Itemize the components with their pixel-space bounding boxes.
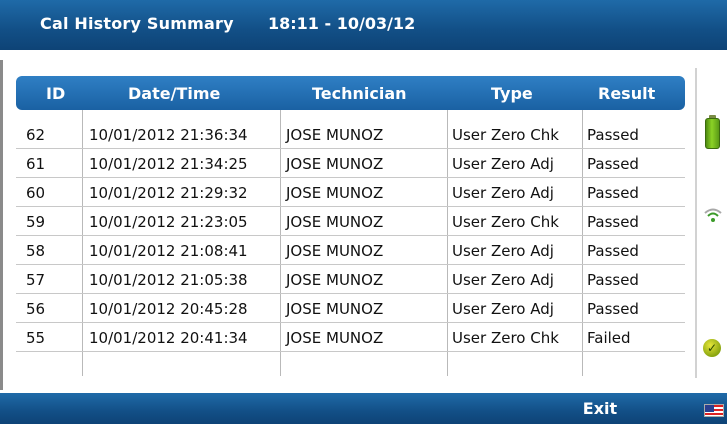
table-row[interactable]: 62 10/01/2012 21:36:34 JOSE MUNOZ User Z… (16, 120, 685, 149)
cell-id: 55 (26, 329, 46, 347)
cell-datetime: 10/01/2012 21:08:41 (89, 242, 248, 260)
cal-history-table: ID Date/Time Technician Type Result 62 1… (16, 66, 688, 376)
cell-result: Failed (587, 329, 631, 347)
sidebar-divider (695, 68, 697, 378)
cell-result: Passed (587, 155, 639, 173)
cell-id: 59 (26, 213, 46, 231)
cell-type: User Zero Adj (452, 242, 554, 260)
cell-id: 56 (26, 300, 46, 318)
cell-technician: JOSE MUNOZ (286, 184, 384, 202)
cell-technician: JOSE MUNOZ (286, 329, 384, 347)
left-edge-divider (0, 60, 3, 390)
cell-type: User Zero Chk (452, 213, 559, 231)
cell-id: 62 (26, 126, 46, 144)
cell-id: 60 (26, 184, 46, 202)
us-flag-icon[interactable] (704, 404, 724, 417)
cell-datetime: 10/01/2012 21:36:34 (89, 126, 248, 144)
header-type: Type (491, 84, 533, 103)
table-header: ID Date/Time Technician Type Result (16, 76, 685, 110)
cell-technician: JOSE MUNOZ (286, 300, 384, 318)
cell-technician: JOSE MUNOZ (286, 242, 384, 260)
table-row[interactable]: 61 10/01/2012 21:34:25 JOSE MUNOZ User Z… (16, 149, 685, 178)
cell-technician: JOSE MUNOZ (286, 213, 384, 231)
table-row[interactable]: 57 10/01/2012 21:05:38 JOSE MUNOZ User Z… (16, 265, 685, 294)
cell-technician: JOSE MUNOZ (286, 271, 384, 289)
cell-id: 57 (26, 271, 46, 289)
table-row[interactable]: 55 10/01/2012 20:41:34 JOSE MUNOZ User Z… (16, 323, 685, 352)
cell-result: Passed (587, 184, 639, 202)
header-technician: Technician (312, 84, 407, 103)
cell-result: Passed (587, 300, 639, 318)
exit-button[interactable]: Exit (560, 393, 640, 424)
table-row[interactable]: 56 10/01/2012 20:45:28 JOSE MUNOZ User Z… (16, 294, 685, 323)
current-datetime: 18:11 - 10/03/12 (268, 14, 416, 33)
header-id: ID (46, 84, 66, 103)
cell-result: Passed (587, 271, 639, 289)
cell-type: User Zero Chk (452, 126, 559, 144)
cell-technician: JOSE MUNOZ (286, 155, 384, 173)
cell-type: User Zero Adj (452, 155, 554, 173)
cell-id: 58 (26, 242, 46, 260)
screen-title: Cal History Summary (40, 14, 234, 33)
cell-type: User Zero Adj (452, 271, 554, 289)
cell-result: Passed (587, 126, 639, 144)
table-row[interactable]: 60 10/01/2012 21:29:32 JOSE MUNOZ User Z… (16, 178, 685, 207)
cell-datetime: 10/01/2012 20:45:28 (89, 300, 248, 318)
header-datetime: Date/Time (128, 84, 221, 103)
table-row[interactable]: 59 10/01/2012 21:23:05 JOSE MUNOZ User Z… (16, 207, 685, 236)
cell-datetime: 10/01/2012 21:29:32 (89, 184, 248, 202)
table-row[interactable]: 58 10/01/2012 21:08:41 JOSE MUNOZ User Z… (16, 236, 685, 265)
cell-id: 61 (26, 155, 46, 173)
header-result: Result (598, 84, 656, 103)
cell-type: User Zero Chk (452, 329, 559, 347)
cell-datetime: 10/01/2012 20:41:34 (89, 329, 248, 347)
battery-icon (705, 115, 720, 149)
cell-type: User Zero Adj (452, 300, 554, 318)
cell-datetime: 10/01/2012 21:05:38 (89, 271, 248, 289)
check-status-icon: ✓ (703, 339, 721, 357)
cell-technician: JOSE MUNOZ (286, 126, 384, 144)
cell-datetime: 10/01/2012 21:23:05 (89, 213, 248, 231)
wifi-icon (704, 208, 722, 222)
bottom-bar: Exit (0, 393, 727, 424)
table-body: 62 10/01/2012 21:36:34 JOSE MUNOZ User Z… (16, 120, 685, 352)
cell-result: Passed (587, 242, 639, 260)
cell-type: User Zero Adj (452, 184, 554, 202)
cell-datetime: 10/01/2012 21:34:25 (89, 155, 248, 173)
title-bar: Cal History Summary 18:11 - 10/03/12 (0, 0, 727, 50)
cell-result: Passed (587, 213, 639, 231)
